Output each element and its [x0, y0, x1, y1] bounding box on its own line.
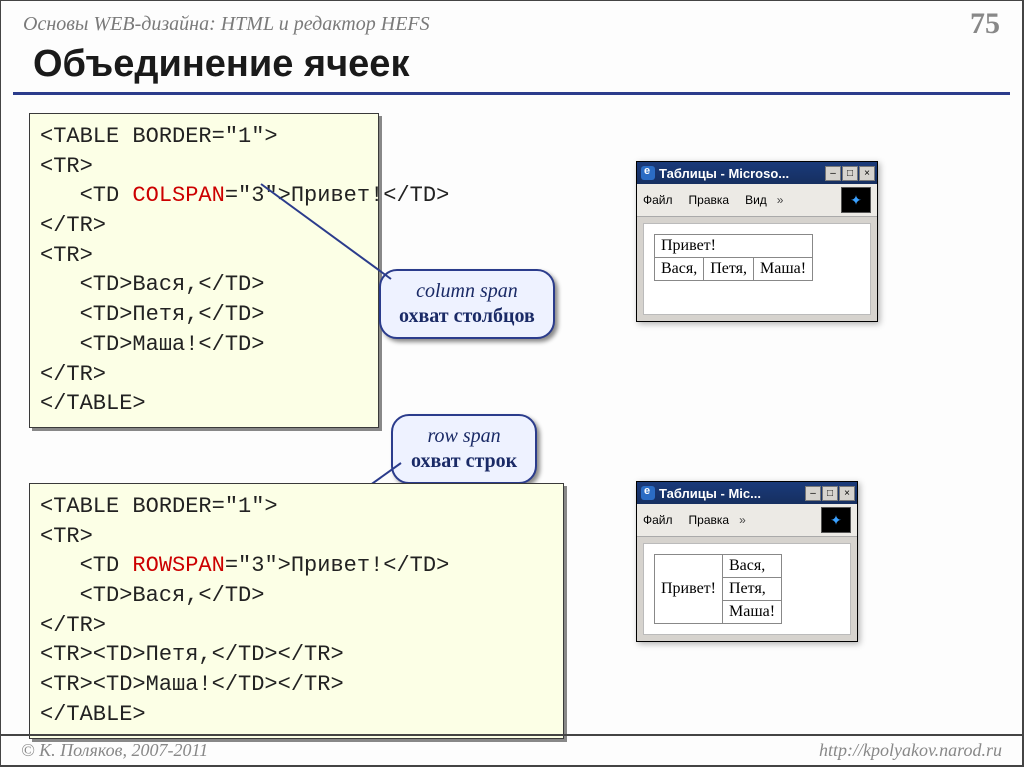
keyword-colspan: COLSPAN — [132, 183, 224, 208]
chevron-right-icon[interactable]: » — [739, 513, 746, 527]
window-titlebar: Таблицы - Mic... – □ × — [637, 482, 857, 504]
menu-file[interactable]: Файл — [643, 513, 673, 527]
slide-title: Объединение ячеек — [1, 41, 1022, 90]
header: Основы WEB-дизайна: HTML и редактор HEFS… — [1, 1, 1022, 41]
window-title: Таблицы - Mic... — [659, 486, 761, 501]
menu-edit[interactable]: Правка — [689, 513, 730, 527]
browser-preview-rowspan: Таблицы - Mic... – □ × Файл Правка » ✦ П… — [636, 481, 858, 642]
pointer-line — [251, 179, 411, 289]
page-number: 75 — [970, 7, 1000, 41]
menu-file[interactable]: Файл — [643, 193, 673, 207]
course-title: Основы WEB-дизайна: HTML и редактор HEFS — [23, 13, 430, 36]
example-table-colspan: Привет! Вася, Петя, Маша! — [654, 234, 813, 281]
browser-menubar: Файл Правка » ✦ — [637, 504, 857, 537]
title-rule — [13, 92, 1010, 95]
footer: © К. Поляков, 2007-2011 http://kpolyakov… — [1, 734, 1022, 765]
window-title: Таблицы - Microso... — [659, 166, 789, 181]
browser-viewport: Привет!Вася, Петя, Маша! — [643, 543, 851, 635]
example-table-rowspan: Привет!Вася, Петя, Маша! — [654, 554, 782, 624]
keyword-rowspan: ROWSPAN — [132, 553, 224, 578]
close-icon[interactable]: × — [839, 486, 855, 501]
copyright: © К. Поляков, 2007-2011 — [21, 740, 208, 761]
window-titlebar: Таблицы - Microso... – □ × — [637, 162, 877, 184]
close-icon[interactable]: × — [859, 166, 875, 181]
chevron-right-icon[interactable]: » — [777, 193, 784, 207]
ie-icon — [641, 166, 655, 180]
slide-page: Основы WEB-дизайна: HTML и редактор HEFS… — [0, 0, 1024, 767]
code-block-rowspan: <TABLE BORDER="1"> <TR> <TD ROWSPAN="3">… — [29, 483, 564, 739]
browser-viewport: Привет! Вася, Петя, Маша! — [643, 223, 871, 315]
browser-logo-icon: ✦ — [821, 507, 851, 533]
menu-view[interactable]: Вид — [745, 193, 767, 207]
browser-menubar: Файл Правка Вид » ✦ — [637, 184, 877, 217]
browser-logo-icon: ✦ — [841, 187, 871, 213]
browser-preview-colspan: Таблицы - Microso... – □ × Файл Правка В… — [636, 161, 878, 322]
ie-icon — [641, 486, 655, 500]
maximize-icon[interactable]: □ — [842, 166, 858, 181]
maximize-icon[interactable]: □ — [822, 486, 838, 501]
footer-url: http://kpolyakov.narod.ru — [819, 740, 1002, 761]
minimize-icon[interactable]: – — [805, 486, 821, 501]
minimize-icon[interactable]: – — [825, 166, 841, 181]
menu-edit[interactable]: Правка — [689, 193, 730, 207]
